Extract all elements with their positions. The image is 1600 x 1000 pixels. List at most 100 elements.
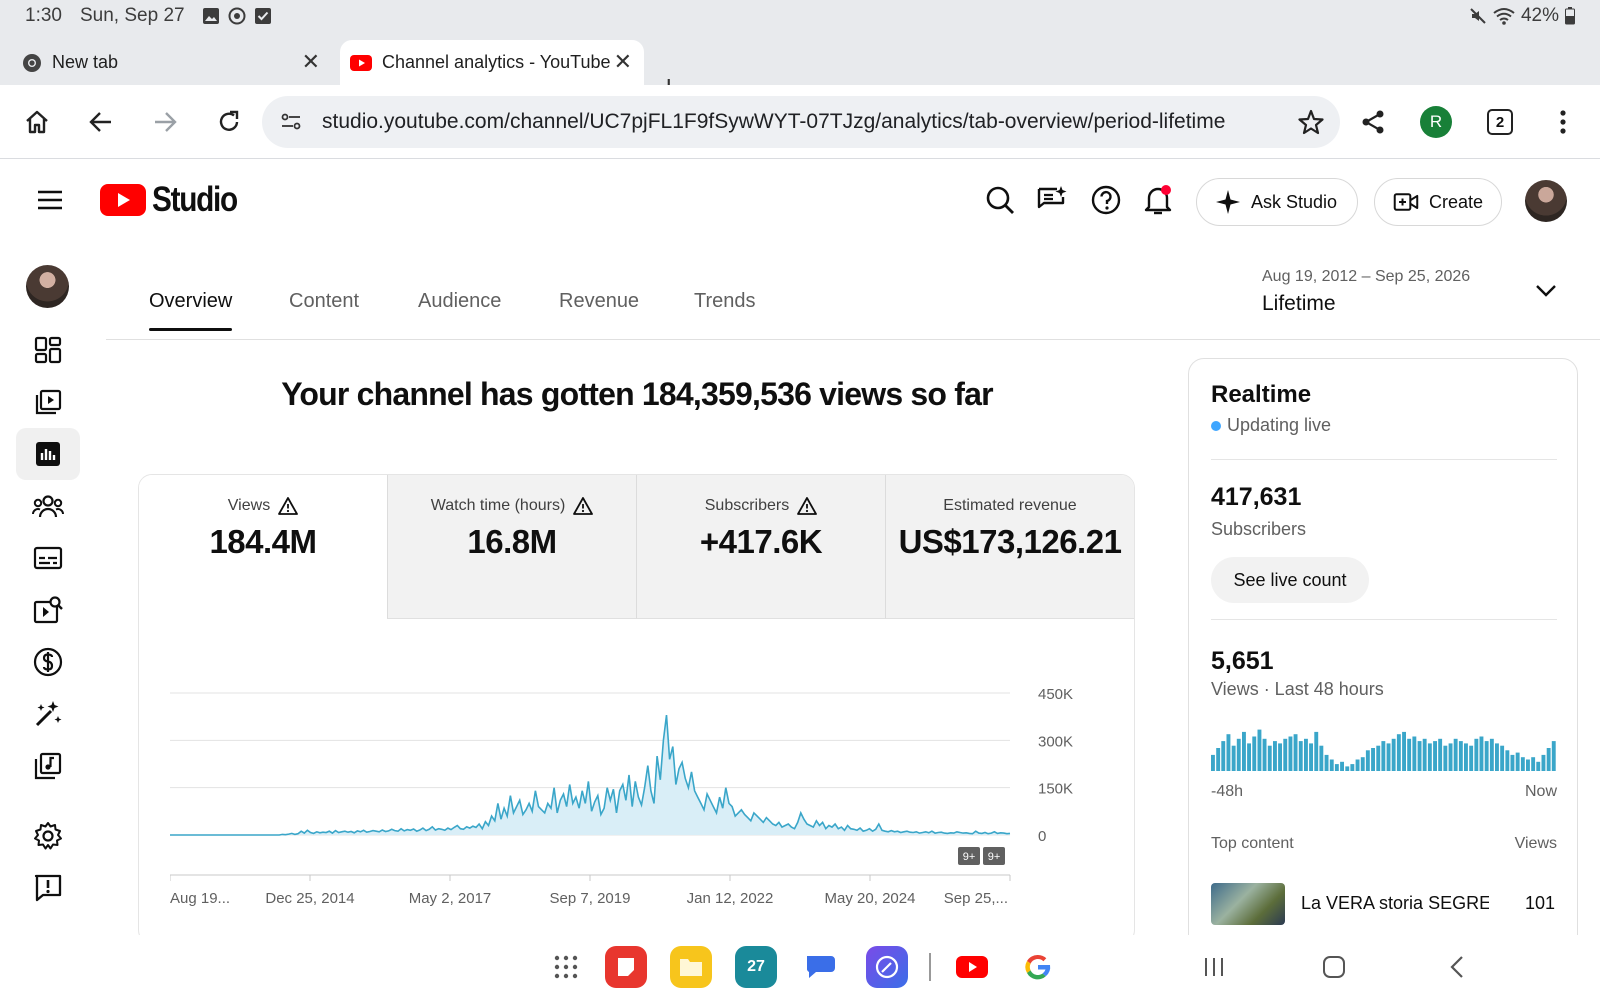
realtime-bar[interactable]: [1365, 750, 1370, 771]
site-settings-icon[interactable]: [280, 111, 302, 133]
video-thumbnail[interactable]: [1211, 883, 1285, 925]
bookmark-star-icon[interactable]: [1298, 109, 1324, 135]
back-arrow-icon[interactable]: [84, 105, 118, 139]
messages-app-icon[interactable]: [800, 946, 842, 988]
realtime-bar[interactable]: [1386, 743, 1391, 771]
realtime-bar[interactable]: [1500, 745, 1505, 771]
annotation-badge[interactable]: 9+: [958, 847, 980, 865]
realtime-bar[interactable]: [1417, 741, 1422, 771]
settings-gear-icon[interactable]: [16, 810, 80, 862]
realtime-bar[interactable]: [1515, 752, 1520, 771]
realtime-bar[interactable]: [1247, 743, 1251, 771]
tab-switcher-button[interactable]: 2: [1487, 109, 1513, 135]
annotation-badge[interactable]: 9+: [983, 847, 1005, 865]
realtime-bar[interactable]: [1396, 734, 1401, 771]
ask-studio-button[interactable]: Ask Studio: [1196, 178, 1358, 226]
top-video-title[interactable]: La VERA storia SEGRETA: [1301, 893, 1489, 914]
realtime-bar[interactable]: [1340, 761, 1344, 771]
tab-new-tab[interactable]: New tab ✕: [22, 40, 332, 85]
realtime-bar[interactable]: [1267, 745, 1272, 771]
realtime-bar[interactable]: [1541, 754, 1546, 771]
realtime-bar[interactable]: [1350, 764, 1355, 771]
realtime-bar[interactable]: [1298, 741, 1303, 771]
views-chart[interactable]: 450K 300K 150K 0 Aug 19... Dec 25, 2014 May 2…: [170, 665, 1100, 910]
account-avatar[interactable]: [1525, 180, 1567, 222]
profile-avatar[interactable]: R: [1420, 106, 1452, 138]
realtime-bar[interactable]: [1443, 745, 1448, 771]
tab-overview[interactable]: Overview: [149, 290, 233, 331]
realtime-bar[interactable]: [1288, 736, 1293, 772]
realtime-bar[interactable]: [1438, 738, 1443, 771]
hamburger-menu-icon[interactable]: [36, 188, 64, 212]
address-bar[interactable]: studio.youtube.com/channel/UC7pjFL1F9fSy…: [262, 96, 1340, 148]
analytics-icon[interactable]: [16, 428, 80, 480]
metric-revenue[interactable]: Estimated revenue US$173,126.21: [885, 475, 1134, 619]
realtime-bar[interactable]: [1345, 766, 1350, 771]
tab-content[interactable]: Content: [289, 290, 359, 331]
realtime-bar[interactable]: [1520, 757, 1525, 771]
realtime-bar[interactable]: [1495, 743, 1499, 771]
realtime-bar[interactable]: [1360, 757, 1365, 771]
realtime-bar[interactable]: [1464, 743, 1468, 771]
customization-wand-icon[interactable]: [16, 688, 80, 740]
realtime-bar[interactable]: [1334, 764, 1339, 771]
tab-channel-analytics[interactable]: Channel analytics - YouTube Studio ✕: [340, 40, 644, 85]
warning-icon[interactable]: [573, 497, 594, 515]
realtime-bar[interactable]: [1391, 738, 1396, 771]
realtime-bar[interactable]: [1484, 741, 1489, 771]
calendar-app-icon[interactable]: 27: [735, 946, 777, 988]
studio-logo[interactable]: Studio: [100, 180, 252, 220]
warning-icon[interactable]: [278, 497, 299, 515]
realtime-bar[interactable]: [1371, 748, 1375, 771]
share-icon[interactable]: [1356, 105, 1390, 139]
files-app-icon[interactable]: [670, 946, 712, 988]
realtime-bar[interactable]: [1489, 738, 1494, 771]
create-button[interactable]: Create: [1374, 178, 1502, 226]
realtime-bar[interactable]: [1536, 761, 1541, 771]
realtime-bar[interactable]: [1329, 759, 1334, 772]
realtime-bar[interactable]: [1309, 743, 1313, 771]
realtime-bar[interactable]: [1422, 738, 1427, 771]
notifications-bell-icon[interactable]: [1140, 182, 1176, 218]
search-icon[interactable]: [982, 182, 1018, 218]
realtime-bar[interactable]: [1458, 741, 1463, 771]
metric-watch-time[interactable]: Watch time (hours) 16.8M: [387, 475, 636, 619]
metric-subscribers[interactable]: Subscribers +417.6K: [636, 475, 885, 619]
warning-icon[interactable]: [797, 497, 818, 515]
realtime-bar[interactable]: [1231, 745, 1236, 771]
realtime-bar[interactable]: [1355, 759, 1360, 772]
tab-audience[interactable]: Audience: [418, 290, 501, 331]
realtime-bar[interactable]: [1304, 738, 1308, 771]
realtime-bar[interactable]: [1257, 729, 1262, 771]
youtube-app-icon[interactable]: [951, 946, 993, 988]
audio-library-icon[interactable]: [16, 740, 80, 792]
realtime-bar[interactable]: [1273, 741, 1277, 771]
realtime-bar-chart[interactable]: [1211, 721, 1557, 771]
realtime-bar[interactable]: [1427, 743, 1432, 771]
realtime-bar[interactable]: [1407, 738, 1412, 771]
subtitles-icon[interactable]: [16, 532, 80, 584]
realtime-bar[interactable]: [1469, 745, 1474, 771]
realtime-bar[interactable]: [1448, 743, 1453, 771]
realtime-bar[interactable]: [1314, 731, 1319, 771]
recent-apps-icon[interactable]: [1193, 946, 1235, 988]
back-button-icon[interactable]: [1436, 946, 1478, 988]
realtime-bar[interactable]: [1546, 748, 1551, 771]
realtime-bar[interactable]: [1412, 736, 1417, 772]
metric-views[interactable]: Views 184.4M: [139, 475, 387, 619]
feedback-sparkle-icon[interactable]: [1034, 182, 1070, 218]
help-icon[interactable]: [1088, 182, 1124, 218]
community-icon[interactable]: [16, 480, 80, 532]
realtime-bar[interactable]: [1283, 738, 1288, 771]
url-text[interactable]: studio.youtube.com/channel/UC7pjFL1F9fSy…: [322, 110, 1225, 134]
more-menu-icon[interactable]: [1546, 105, 1580, 139]
content-icon[interactable]: [16, 376, 80, 428]
realtime-bar[interactable]: [1211, 754, 1215, 771]
realtime-bar[interactable]: [1505, 750, 1510, 771]
content-detection-icon[interactable]: [16, 584, 80, 636]
tab-trends[interactable]: Trends: [694, 290, 756, 331]
realtime-bar[interactable]: [1376, 745, 1381, 771]
send-feedback-icon[interactable]: [16, 862, 80, 914]
realtime-bar[interactable]: [1221, 741, 1226, 771]
forward-arrow-icon[interactable]: [148, 105, 182, 139]
